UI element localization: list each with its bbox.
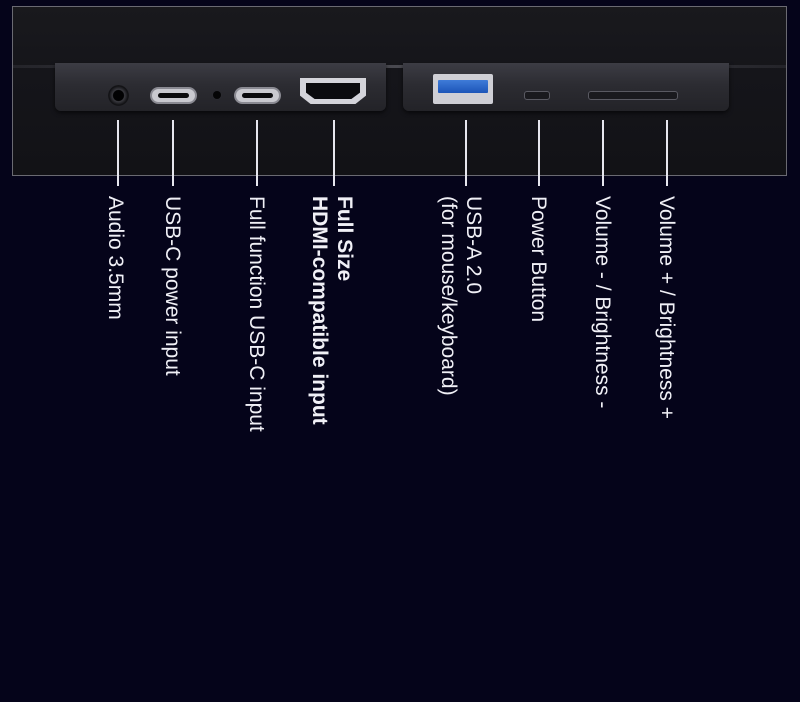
audio-jack-port [108,85,129,106]
volume-brightness-rocker [588,91,678,100]
callout-line-usbc-power [172,120,174,186]
label-usbc-power-line-1: USB-C power input [161,196,184,376]
label-audio: Audio 3.5mm [103,196,128,320]
callout-line-power [538,120,540,186]
label-usba: USB-A 2.0 (for mouse/keyboard) [436,196,486,396]
usb-c-power-port [150,87,197,104]
usb-a-port [433,74,493,104]
callout-line-vol-up [666,120,668,186]
label-usba-line-1: USB-A 2.0 [462,196,485,295]
callout-line-audio [117,120,119,186]
indicator-led [213,91,221,99]
callout-line-hdmi [333,120,335,186]
label-audio-line-1: Audio 3.5mm [104,196,127,320]
label-power-line-1: Power Button [527,196,550,323]
label-vol-down-line-1: Volume - / Brightness - [591,196,614,409]
label-vol-down: Volume - / Brightness - [590,196,615,408]
label-vol-up-line-1: Volume + / Brightness + [655,196,678,419]
callout-line-usba [465,120,467,186]
callout-line-vol-down [602,120,604,186]
label-hdmi-line-2: HDMI-compatible input [308,196,331,425]
label-hdmi-line-1: Full Size [333,196,356,282]
label-usbc-full: Full function USB-C input [244,196,269,432]
hdmi-port-opening [306,83,360,99]
power-button [524,91,550,100]
label-power: Power Button [526,196,551,322]
label-usbc-full-line-1: Full function USB-C input [245,196,268,432]
label-vol-up: Volume + / Brightness + [654,196,679,419]
label-usbc-power: USB-C power input [160,196,185,376]
label-usba-line-2: (for mouse/keyboard) [437,196,460,396]
label-hdmi: Full Size HDMI-compatible input [307,196,357,425]
callout-line-usbc-full [256,120,258,186]
usb-c-full-function-port [234,87,281,104]
